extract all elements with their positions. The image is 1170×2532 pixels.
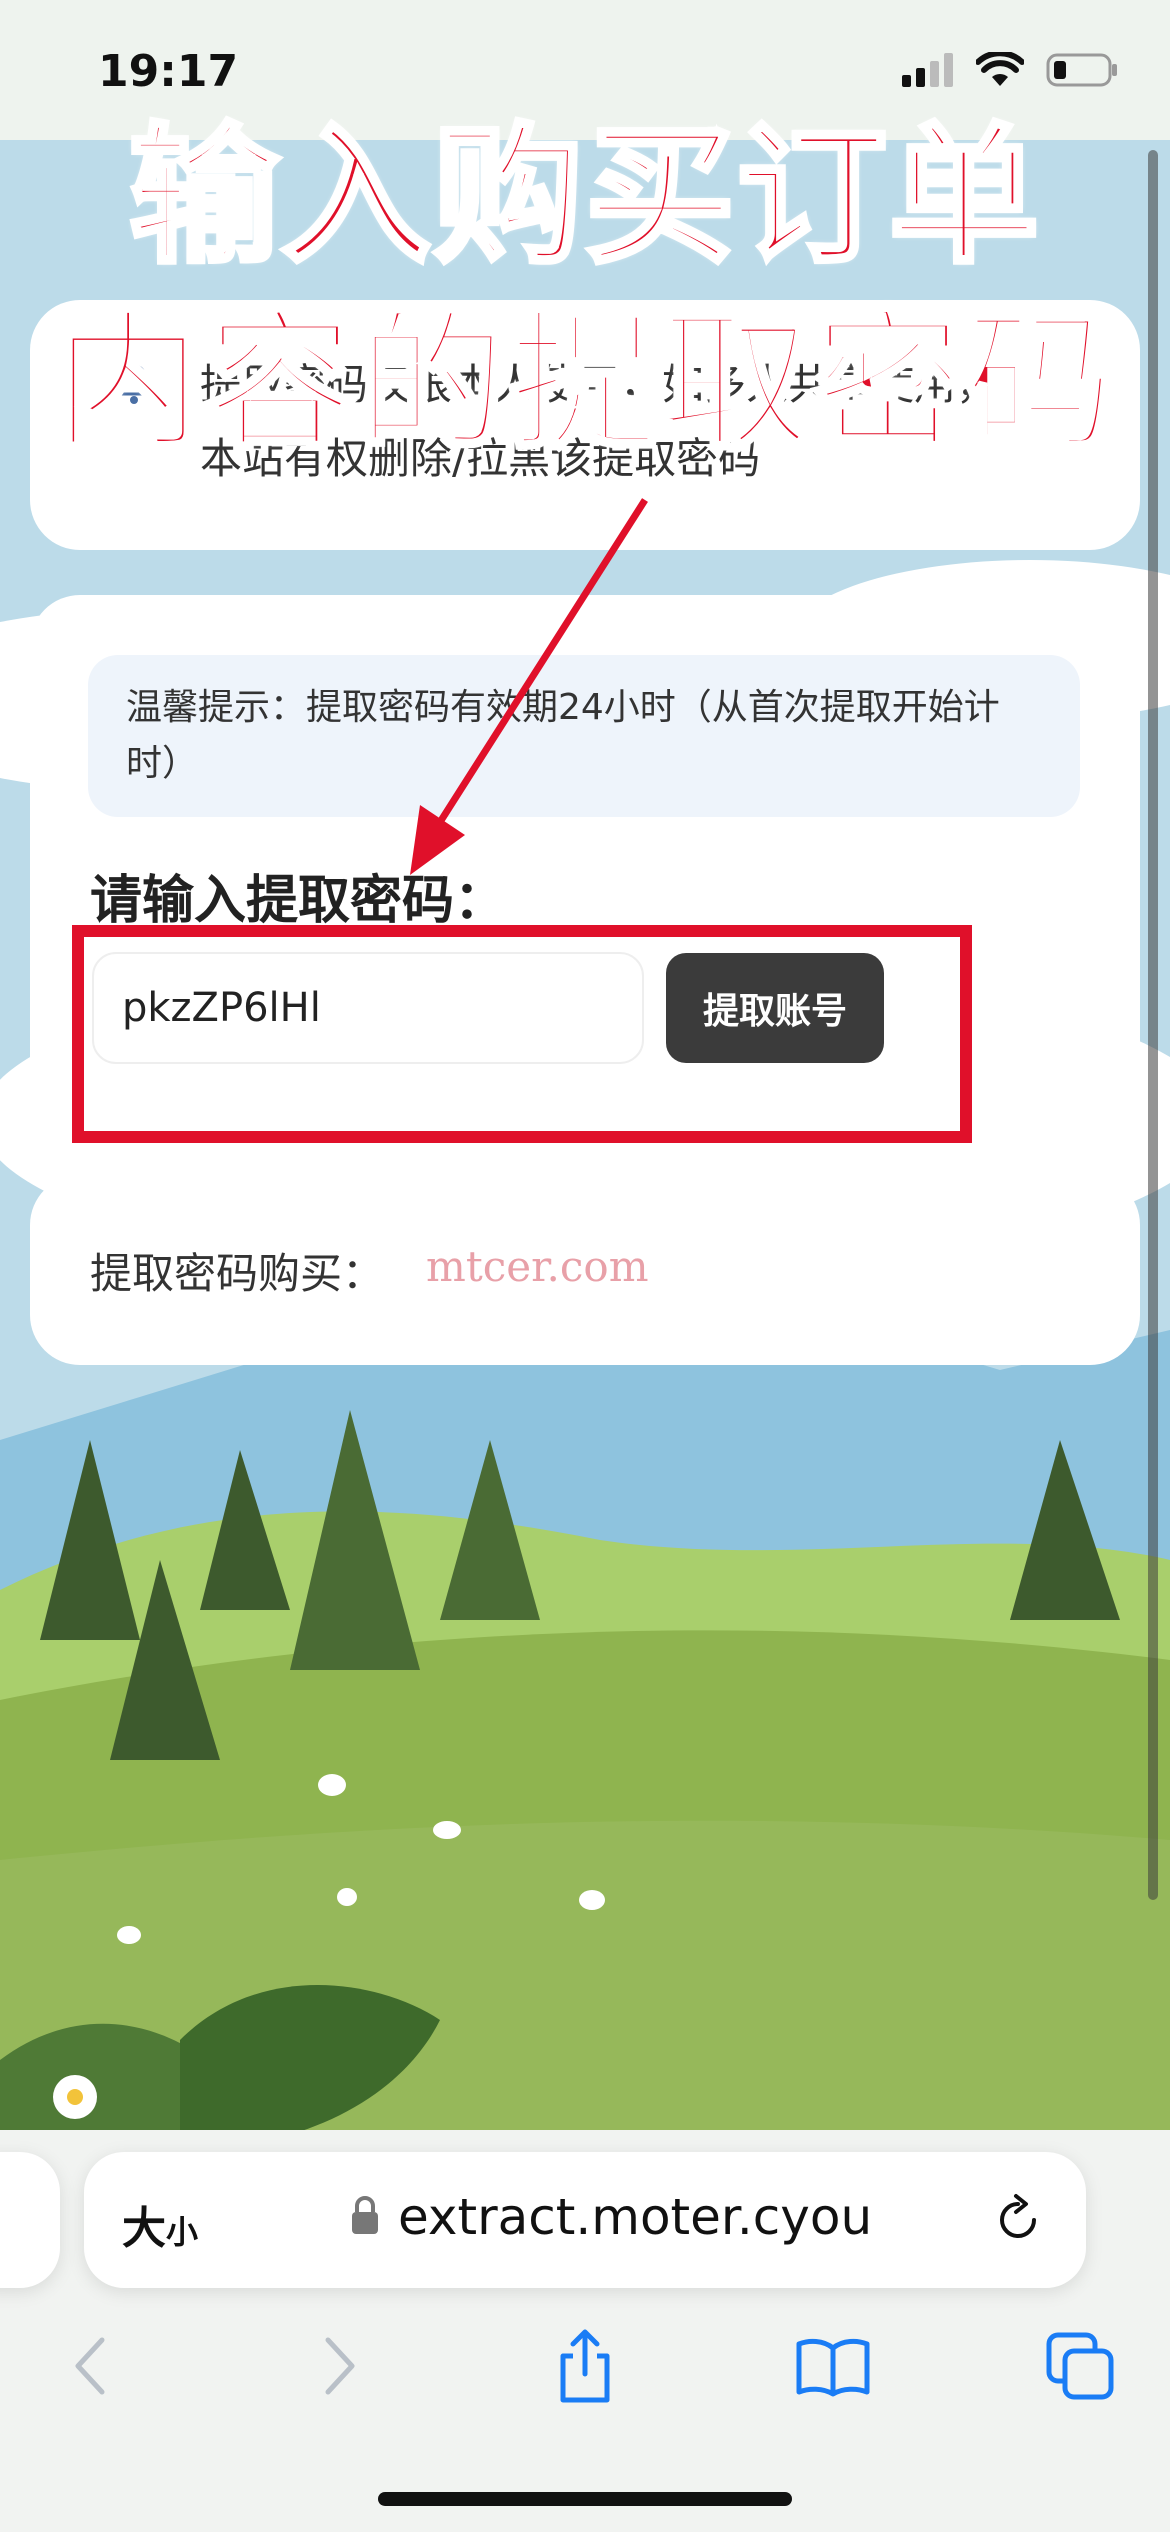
wifi-icon [976,52,1024,86]
bookmarks-icon[interactable] [793,2326,873,2406]
overlay-headline-line1: 输入购买订单 [126,110,1041,285]
overlay-headline-line2: 内容的提取密码 [50,296,1117,471]
highlight-box [72,925,972,1143]
text-size-small: 小 [166,2213,199,2251]
purchase-link[interactable]: mtcer.com [426,1242,649,1291]
annotation-arrow-icon [410,498,648,875]
url-text[interactable]: extract.moter.cyou [398,2188,872,2246]
home-indicator[interactable] [378,2492,792,2506]
text-size-button[interactable]: 大小 [122,2192,198,2256]
back-icon[interactable] [50,2326,130,2406]
previous-tab-pill[interactable] [0,2152,60,2288]
lock-icon [352,2196,378,2234]
reload-icon[interactable] [990,2192,1046,2248]
status-time: 19:17 [98,46,239,97]
purchase-label: 提取密码购买： [90,1249,385,1298]
tabs-icon[interactable] [1040,2326,1120,2406]
text-size-large: 大 [122,2203,166,2254]
share-icon[interactable] [545,2326,625,2406]
status-icons [902,52,1118,88]
forward-icon[interactable] [300,2326,380,2406]
cellular-signal-icon [902,53,953,87]
battery-icon [1046,53,1117,87]
